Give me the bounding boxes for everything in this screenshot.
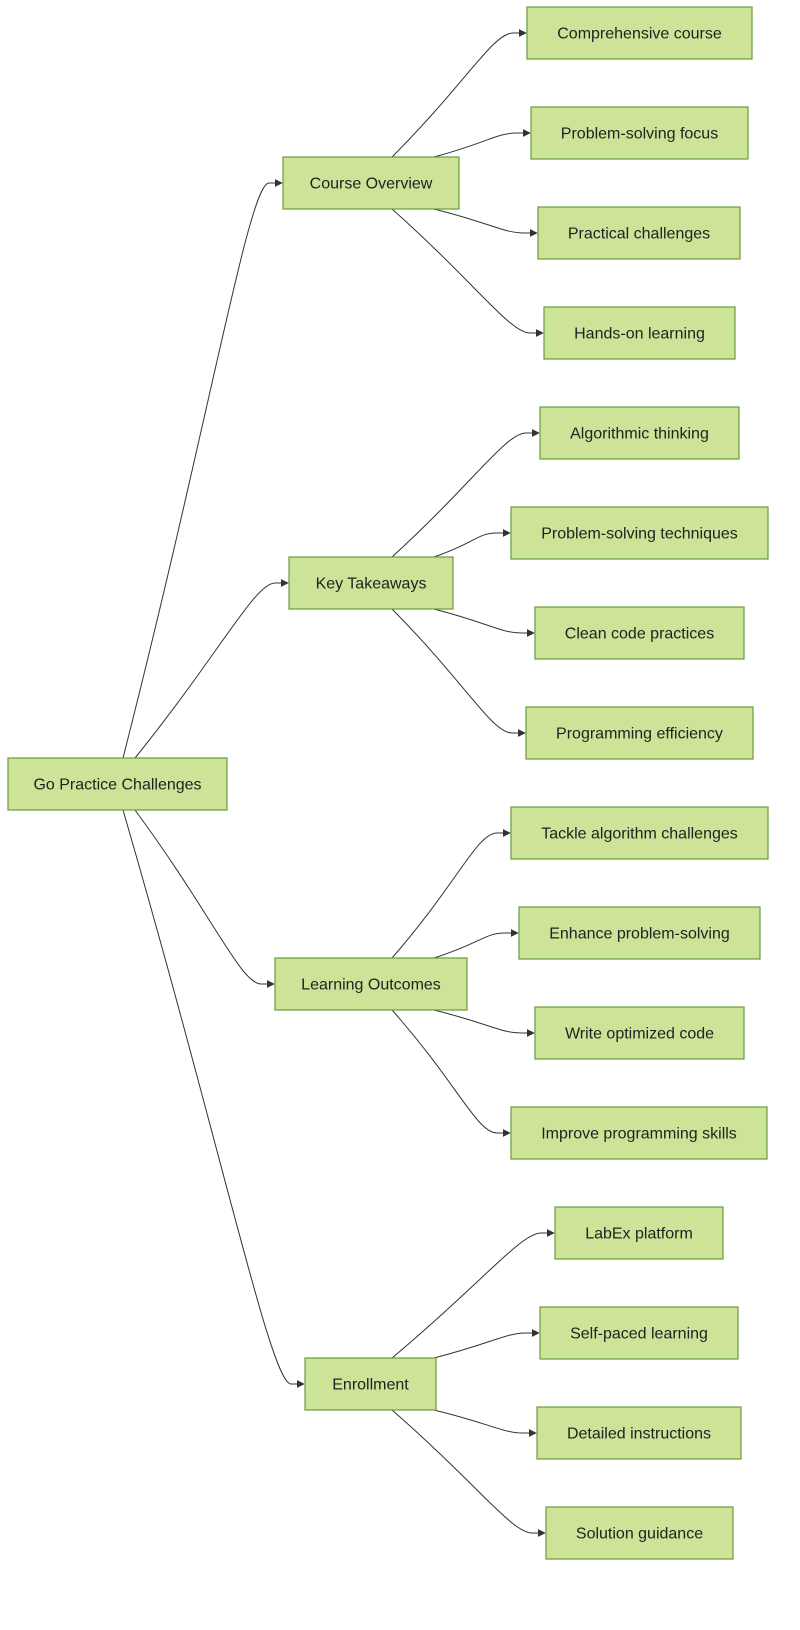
- node-course-overview-label: Course Overview: [310, 176, 433, 193]
- edge-learning-outcomes-to-improve-programming-skills: [391, 1009, 511, 1137]
- edge-course-overview-to-practical-challenges: [433, 208, 538, 237]
- mindmap-diagram: Go Practice Challenges Course Overview Com…: [7, 6, 769, 1560]
- node-solution-guidance[interactable]: Solution guidance: [545, 1506, 734, 1560]
- node-detailed-instructions[interactable]: Detailed instructions: [536, 1406, 742, 1460]
- node-detailed-instructions-label: Detailed instructions: [567, 1426, 711, 1443]
- node-enhance-problem-solving-label: Enhance problem-solving: [549, 926, 730, 943]
- node-learning-outcomes[interactable]: Learning Outcomes: [274, 957, 468, 1011]
- edge-root-to-course-overview: [122, 179, 283, 759]
- edge-key-takeaways-to-problem-solving-techniques: [433, 529, 511, 558]
- edge-root-to-learning-outcomes: [134, 809, 275, 988]
- edge-course-overview-to-problem-solving-focus: [433, 129, 531, 158]
- node-enrollment[interactable]: Enrollment: [304, 1357, 437, 1411]
- node-root[interactable]: Go Practice Challenges: [7, 757, 228, 811]
- node-labex-platform-label: LabEx platform: [585, 1226, 693, 1243]
- node-hands-on-learning-label: Hands-on learning: [574, 326, 705, 343]
- nodes-layer: Go Practice Challenges Course Overview Com…: [7, 6, 769, 1560]
- node-programming-efficiency-label: Programming efficiency: [556, 726, 723, 743]
- node-key-takeaways[interactable]: Key Takeaways: [288, 556, 454, 610]
- node-problem-solving-techniques-label: Problem-solving techniques: [541, 526, 738, 543]
- node-hands-on-learning[interactable]: Hands-on learning: [543, 306, 736, 360]
- node-tackle-algorithm-challenges-label: Tackle algorithm challenges: [541, 826, 738, 843]
- edge-course-overview-to-hands-on-learning: [391, 208, 544, 337]
- node-self-paced-learning-label: Self-paced learning: [570, 1326, 708, 1343]
- node-solution-guidance-label: Solution guidance: [576, 1526, 703, 1543]
- node-self-paced-learning[interactable]: Self-paced learning: [539, 1306, 739, 1360]
- edge-enrollment-to-self-paced-learning: [433, 1329, 540, 1359]
- node-enhance-problem-solving[interactable]: Enhance problem-solving: [518, 906, 761, 960]
- node-comprehensive-course[interactable]: Comprehensive course: [526, 6, 753, 60]
- node-enrollment-label: Enrollment: [332, 1377, 409, 1394]
- node-practical-challenges-label: Practical challenges: [568, 226, 710, 243]
- node-algorithmic-thinking-label: Algorithmic thinking: [570, 426, 709, 443]
- edge-root-to-key-takeaways: [134, 579, 289, 759]
- node-tackle-algorithm-challenges[interactable]: Tackle algorithm challenges: [510, 806, 769, 860]
- node-key-takeaways-label: Key Takeaways: [316, 576, 427, 593]
- node-labex-platform[interactable]: LabEx platform: [554, 1206, 724, 1260]
- node-practical-challenges[interactable]: Practical challenges: [537, 206, 741, 260]
- edge-enrollment-to-solution-guidance: [391, 1409, 546, 1537]
- edge-course-overview-to-comprehensive-course: [391, 29, 527, 158]
- node-write-optimized-code[interactable]: Write optimized code: [534, 1006, 745, 1060]
- node-write-optimized-code-label: Write optimized code: [565, 1026, 714, 1043]
- node-problem-solving-focus-label: Problem-solving focus: [561, 126, 718, 143]
- edge-key-takeaways-to-programming-efficiency: [391, 608, 526, 737]
- edge-enrollment-to-detailed-instructions: [433, 1409, 537, 1437]
- node-comprehensive-course-label: Comprehensive course: [557, 26, 722, 43]
- node-problem-solving-focus[interactable]: Problem-solving focus: [530, 106, 749, 160]
- edge-learning-outcomes-to-enhance-problem-solving: [433, 929, 519, 959]
- edge-enrollment-to-labex-platform: [391, 1229, 555, 1359]
- node-algorithmic-thinking[interactable]: Algorithmic thinking: [539, 406, 740, 460]
- node-programming-efficiency[interactable]: Programming efficiency: [525, 706, 754, 760]
- edge-key-takeaways-to-clean-code-practices: [433, 608, 535, 637]
- node-improve-programming-skills[interactable]: Improve programming skills: [510, 1106, 768, 1160]
- edge-learning-outcomes-to-tackle-algorithm-challenges: [391, 829, 511, 959]
- edge-root-to-enrollment: [122, 809, 305, 1388]
- node-learning-outcomes-label: Learning Outcomes: [301, 977, 441, 994]
- node-clean-code-practices-label: Clean code practices: [565, 626, 714, 643]
- node-improve-programming-skills-label: Improve programming skills: [541, 1126, 737, 1143]
- node-root-label: Go Practice Challenges: [33, 777, 201, 794]
- node-clean-code-practices[interactable]: Clean code practices: [534, 606, 745, 660]
- edge-learning-outcomes-to-write-optimized-code: [433, 1009, 535, 1037]
- node-course-overview[interactable]: Course Overview: [282, 156, 460, 210]
- node-problem-solving-techniques[interactable]: Problem-solving techniques: [510, 506, 769, 560]
